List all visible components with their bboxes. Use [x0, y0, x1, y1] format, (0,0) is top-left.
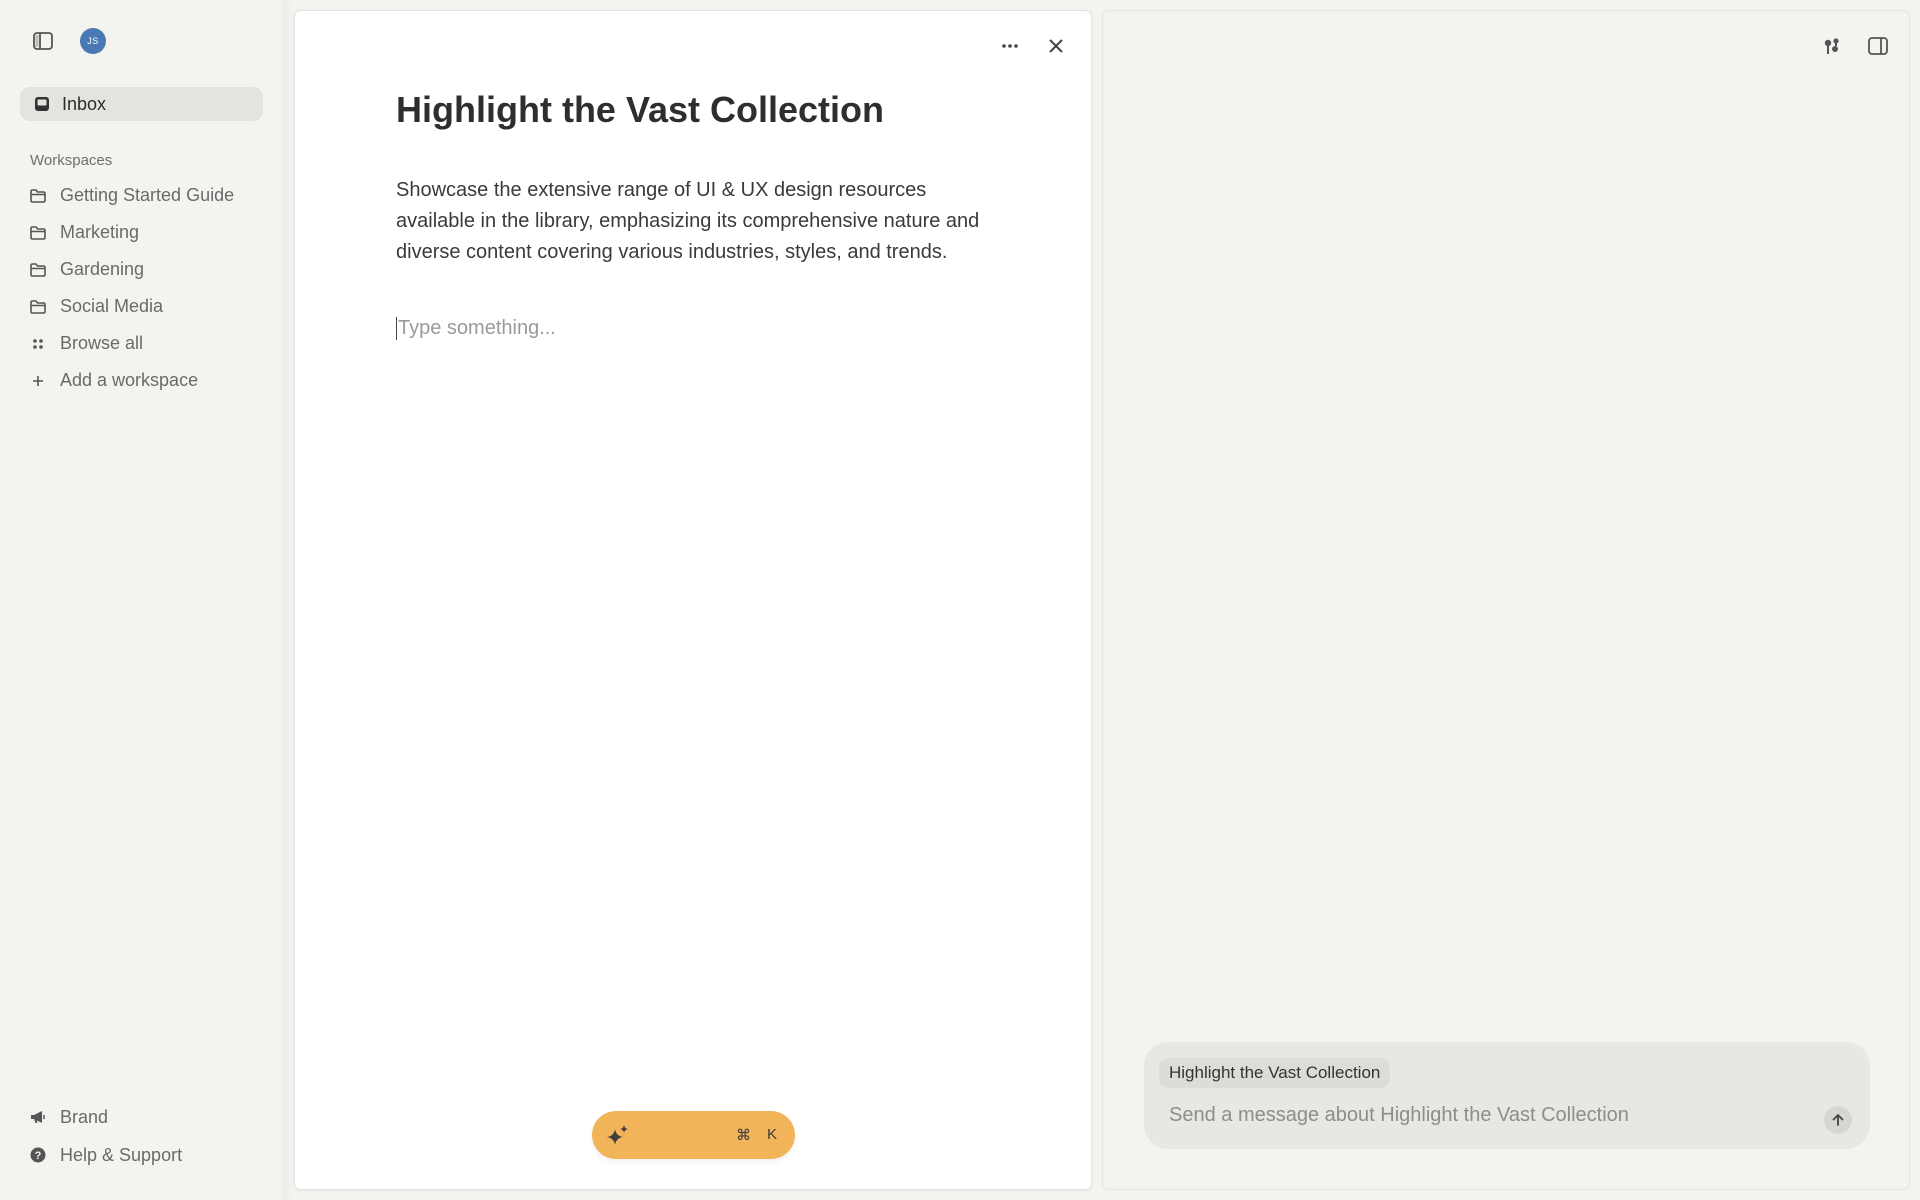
message-composer: Highlight the Vast Collection	[1144, 1042, 1870, 1149]
workspaces-heading: Workspaces	[30, 152, 113, 169]
svg-text:?: ?	[35, 1150, 42, 1162]
sidebar-item-marketing[interactable]: Marketing	[30, 214, 270, 251]
close-button[interactable]	[1043, 33, 1069, 59]
sidebar-item-browse-all[interactable]: Browse all	[30, 325, 270, 362]
page-title[interactable]: Highlight the Vast Collection	[396, 89, 884, 131]
sidebar-divider	[282, 0, 294, 1200]
megaphone-icon	[30, 1110, 46, 1124]
chat-panel: Highlight the Vast Collection	[1102, 10, 1910, 1190]
document-body[interactable]: Showcase the extensive range of UI & UX …	[396, 175, 986, 268]
send-button[interactable]	[1824, 1106, 1852, 1134]
message-input[interactable]	[1169, 1104, 1789, 1127]
sidebar-item-brand[interactable]: Brand	[30, 1098, 270, 1136]
sidebar-item-gardening[interactable]: Gardening	[30, 251, 270, 288]
folder-icon	[30, 225, 46, 240]
sparkles-icon	[607, 1125, 628, 1145]
sidebar-item-social-media[interactable]: Social Media	[30, 288, 270, 325]
sidebar-item-label: Brand	[60, 1106, 109, 1127]
avatar[interactable]: JS	[80, 28, 106, 54]
document-actions	[997, 33, 1069, 59]
sidebar-toggle-icon	[33, 32, 53, 50]
grid-dots-icon	[30, 338, 46, 350]
inbox-icon	[35, 97, 49, 111]
document-panel: Highlight the Vast Collection Showcase t…	[294, 10, 1092, 1190]
sidebar-item-help-support[interactable]: ? Help & Support	[30, 1136, 270, 1174]
panel-right-icon	[1868, 37, 1888, 55]
folder-icon	[30, 188, 46, 203]
context-chip[interactable]: Highlight the Vast Collection	[1159, 1058, 1391, 1088]
toggle-panel-button[interactable]	[1865, 33, 1891, 59]
adjustments-button[interactable]	[1819, 33, 1845, 59]
sidebar-item-label: Marketing	[60, 222, 140, 242]
add-workspace-button[interactable]: Add a workspace	[30, 362, 270, 399]
chat-actions	[1819, 33, 1891, 59]
sidebar-item-getting-started-guide[interactable]: Getting Started Guide	[30, 177, 270, 214]
sidebar-item-label: Social Media	[60, 296, 164, 316]
sidebar: JS Inbox Workspaces Getting Started Guid…	[0, 0, 282, 1200]
command-key: ⌘	[735, 1127, 751, 1144]
sidebar-bottom: Brand ? Help & Support	[30, 1098, 270, 1174]
more-horizontal-icon	[1002, 44, 1018, 48]
sidebar-item-label: Browse all	[60, 333, 144, 353]
shortcut-key: K	[766, 1126, 777, 1143]
folder-icon	[30, 262, 46, 277]
sidebar-item-label: Getting Started Guide	[60, 185, 235, 205]
arrow-up-icon	[1832, 1114, 1844, 1126]
sidebar-item-label: Add a workspace	[60, 370, 199, 390]
close-icon	[1049, 39, 1063, 53]
keyboard-shortcut: ⌘ K	[736, 1126, 777, 1144]
plus-icon	[30, 375, 46, 387]
sidebar-top: JS	[30, 28, 106, 54]
sidebar-item-inbox[interactable]: Inbox	[20, 87, 263, 121]
help-circle-icon: ?	[30, 1147, 46, 1163]
sidebar-item-label: Inbox	[62, 93, 107, 114]
workspace-list: Getting Started Guide Marketing Gardenin…	[30, 177, 270, 399]
ai-assistant-button[interactable]: ⌘ K	[592, 1111, 795, 1159]
more-options-button[interactable]	[997, 33, 1023, 59]
document-text-input[interactable]	[396, 317, 988, 340]
sidebar-item-label: Gardening	[60, 259, 145, 279]
toggle-sidebar-button[interactable]	[30, 28, 56, 54]
sliders-icon	[1824, 38, 1839, 54]
folder-icon	[30, 299, 46, 314]
sidebar-item-label: Help & Support	[60, 1144, 183, 1165]
